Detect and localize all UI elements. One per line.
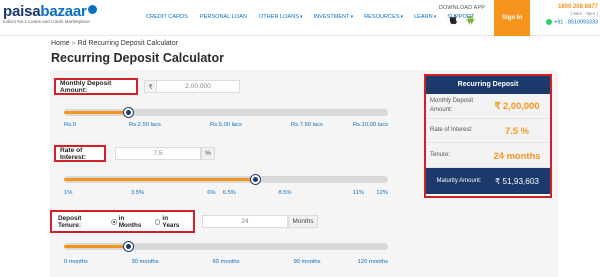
result-card-title: Recurring Deposit	[426, 76, 550, 94]
tick-label: 120 months	[357, 259, 388, 265]
result-rate-label: Rate of Interest:	[430, 127, 473, 133]
deposit-amount-value[interactable]: 2,00,000	[157, 83, 239, 90]
tenure-field[interactable]: 24	[202, 215, 288, 228]
download-app-label: DOWNLOAD APP	[438, 5, 486, 11]
rupee-icon: ₹	[145, 81, 157, 92]
page-title: Recurring Deposit Calculator	[51, 51, 224, 65]
tenure-slider-thumb[interactable]	[124, 242, 134, 251]
download-app: DOWNLOAD APP	[432, 5, 492, 25]
deposit-slider-thumb[interactable]	[124, 108, 134, 117]
maturity-value: ₹ 51,93,603	[495, 177, 539, 186]
chevron-down-icon: ▾	[350, 14, 354, 20]
tenure-slider[interactable]	[64, 242, 388, 251]
nav-personal-loan[interactable]: PERSONAL LOAN	[200, 14, 248, 20]
contact-info: 1800 208 8877 ( 9am - 9pm ) +91 - 851009…	[536, 4, 598, 25]
breadcrumb-current: Rd Recurring Deposit Calculator	[77, 40, 178, 47]
nav-resources[interactable]: RESOURCES▾	[364, 14, 403, 20]
result-tenure-value: 24 months	[493, 149, 541, 161]
tick-label: 90 months	[293, 259, 321, 265]
tick-label: 11%	[352, 190, 365, 196]
breadcrumb: Home» Rd Recurring Deposit Calculator	[51, 40, 178, 47]
deposit-slider-fill	[64, 111, 129, 114]
calculator-panel: Monthly Deposit Amount: ₹ 2,00,000 Rs.0 …	[50, 70, 418, 277]
whatsapp-contact[interactable]: +91 - 8510093333	[536, 19, 598, 25]
tick-label: Rs.5.00 lacs	[210, 122, 242, 128]
result-deposit-value: ₹ 2,00,000	[494, 100, 540, 111]
tenure-years-radio[interactable]: in Years	[154, 215, 185, 229]
deposit-amount-field[interactable]: ₹ 2,00,000	[144, 80, 240, 93]
logo-wordmark: paisabazaar	[3, 3, 97, 20]
maturity-label: Maturity Amount:	[436, 177, 482, 184]
deposit-amount-label: Monthly Deposit Amount:	[54, 78, 138, 95]
deposit-slider[interactable]	[64, 108, 388, 117]
interest-rate-slider[interactable]	[64, 175, 388, 184]
deposit-tenure-group: Deposit Tenure: in Months in Years	[50, 210, 195, 233]
deposit-slider-ticks: Rs.0 Rs.2.50 lacs Rs.5.00 lacs Rs.7.50 l…	[64, 122, 388, 130]
whatsapp-icon	[546, 19, 553, 25]
tenure-slider-fill	[64, 245, 129, 248]
tick-label: 8.5%	[278, 190, 292, 196]
brand-logo[interactable]: paisabazaar India's No.1 Loans and Cards…	[3, 3, 97, 24]
tick-label: 3.5%	[130, 190, 145, 196]
tick-label: 0 months	[64, 259, 88, 265]
interest-rate-label: Rate of Interest:	[54, 145, 106, 162]
maturity-row: Maturity Amount: ₹ 51,93,603	[426, 168, 550, 194]
tick-label: 60 months	[212, 259, 240, 265]
nav-investment[interactable]: INVESTMENT▾	[314, 14, 354, 20]
tick-label: 6%	[207, 190, 216, 196]
interest-rate-slider-thumb[interactable]	[250, 175, 260, 184]
percent-unit: %	[201, 147, 215, 160]
months-unit: Months	[288, 215, 318, 228]
chevron-down-icon: ▾	[300, 14, 303, 20]
tick-label: Rs.0	[64, 122, 76, 128]
result-row-deposit: Monthly Deposit Amount: ₹ 2,00,000	[426, 94, 550, 119]
chevron-down-icon: ▾	[400, 14, 404, 20]
deposit-tenure-label: Deposit Tenure:	[58, 214, 82, 229]
support-hours: ( 9am - 9pm )	[570, 11, 598, 16]
android-icon[interactable]	[466, 15, 475, 25]
tick-label: Rs.10.00 lacs	[352, 122, 388, 128]
nav-other-loans[interactable]: OTHER LOANS▾	[259, 14, 303, 20]
phone-number[interactable]: 1800 208 8877	[536, 4, 598, 10]
nav-credit-cards[interactable]: CREDIT CARDS	[146, 14, 189, 20]
tick-label: 12%	[376, 190, 388, 196]
tick-label: Rs.2.50 lacs	[129, 122, 161, 128]
result-row-rate: Rate of Interest: 7.5 %	[426, 119, 550, 143]
interest-rate-field[interactable]: 7.5	[115, 147, 201, 160]
tenure-slider-ticks: 0 months 30 months 60 months 90 months 1…	[64, 259, 388, 267]
sign-in-button[interactable]: Sign In	[494, 0, 530, 36]
logo-badge-icon	[87, 5, 97, 14]
result-rate-value: 7.5 %	[505, 125, 529, 136]
apple-icon[interactable]	[449, 15, 458, 25]
tick-label: 1%	[64, 190, 73, 196]
logo-tagline: India's No.1 Loans and Cards Marketplace	[3, 19, 90, 24]
tenure-months-radio[interactable]: in Months	[111, 215, 147, 229]
radio-unchecked-icon	[154, 218, 161, 225]
result-deposit-label: Monthly Deposit Amount:	[430, 98, 474, 113]
tick-label: Rs.7.50 lacs	[291, 122, 323, 128]
interest-rate-slider-ticks: 1% 3.5% 6% 6.5% 8.5% 11% 12%	[64, 190, 388, 198]
site-header: paisabazaar India's No.1 Loans and Cards…	[0, 0, 600, 36]
result-row-tenure: Tenure: 24 months	[426, 143, 550, 168]
breadcrumb-separator: »	[71, 40, 76, 47]
result-tenure-label: Tenure:	[430, 151, 451, 158]
tick-label: 6.5%	[222, 190, 236, 196]
store-icons	[432, 15, 492, 25]
tick-label: 30 months	[131, 259, 159, 265]
radio-checked-icon	[111, 218, 117, 225]
result-card: Recurring Deposit Monthly Deposit Amount…	[424, 74, 552, 198]
breadcrumb-home[interactable]: Home	[51, 40, 70, 47]
interest-rate-slider-fill	[64, 178, 256, 181]
